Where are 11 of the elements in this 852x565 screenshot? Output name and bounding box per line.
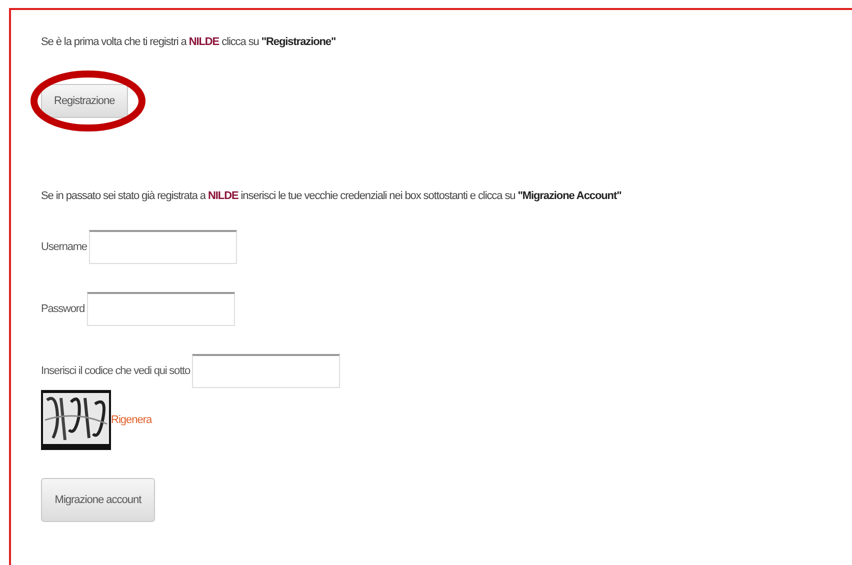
- registration-button[interactable]: Registrazione: [41, 84, 128, 118]
- migration-button[interactable]: Migrazione account: [41, 478, 155, 522]
- input-field[interactable]: [86, 292, 234, 326]
- instruction-text: Se è la prima volta che ti registri a NILDE clicca su "Registrazione": [41, 35, 337, 48]
- input-field[interactable]: [192, 354, 340, 388]
- field-label: Password: [41, 303, 84, 315]
- field-label: Username: [41, 241, 87, 253]
- instruction-text: Se in passato sei stato già registrata a NILDE inserisci le tue vecchie credenziali nei box sottostanti e clicca su "Migrazione Account": [41, 189, 622, 202]
- field-label: Inserisci il codice che vedi qui sotto: [41, 365, 190, 377]
- input-field[interactable]: [88, 230, 237, 264]
- regenerate-link[interactable]: Rigenera: [111, 414, 152, 426]
